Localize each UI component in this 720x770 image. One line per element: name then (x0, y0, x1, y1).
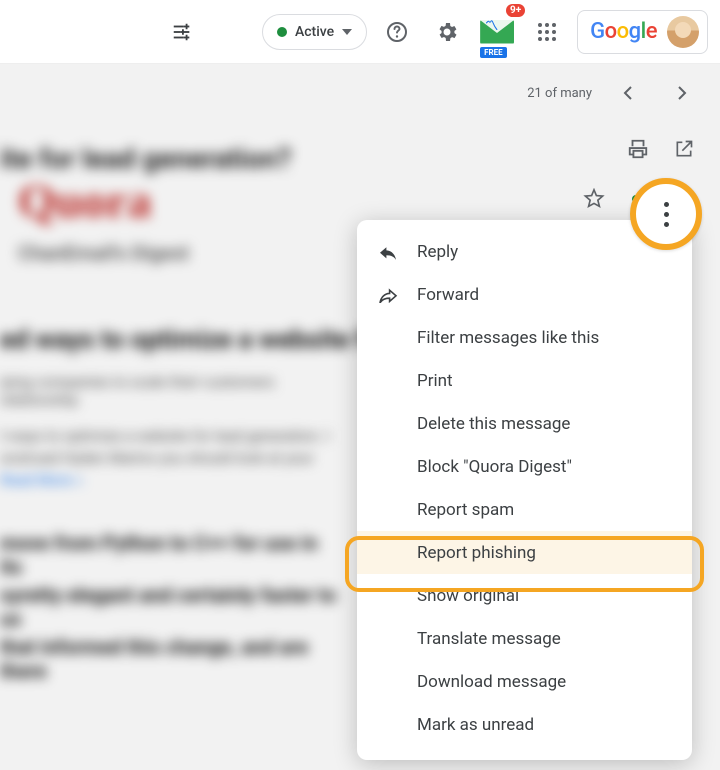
menu-label: Block "Quora Digest" (417, 457, 572, 477)
menu-label: Translate message (417, 629, 561, 649)
status-dot-icon (277, 27, 287, 37)
menu-label: Delete this message (417, 414, 570, 434)
menu-mark-unread[interactable]: Mark as unread (357, 703, 692, 746)
menu-label: Reply (417, 242, 458, 262)
blur-paragraph: that informed this change, and are there (0, 635, 340, 683)
menu-label: Filter messages like this (417, 328, 599, 348)
free-badge: FREE (480, 47, 507, 58)
forward-icon (377, 287, 399, 303)
status-label: Active (295, 24, 334, 40)
blur-paragraph: t ways to optimize a website for lead ge… (0, 427, 340, 445)
blur-paragraph: move from Python to C++ for use in its (0, 531, 340, 579)
menu-translate[interactable]: Translate message (357, 617, 692, 660)
menu-download[interactable]: Download message (357, 660, 692, 703)
status-chip[interactable]: Active (262, 14, 367, 50)
menu-forward[interactable]: Forward (357, 273, 692, 316)
avatar (667, 16, 699, 48)
menu-delete[interactable]: Delete this message (357, 402, 692, 445)
google-logo: Google (590, 19, 657, 44)
search-options-button[interactable] (162, 12, 202, 52)
more-actions-menu: Reply Forward Filter messages like this … (357, 220, 692, 760)
mail-promo-button[interactable]: 〽 FREE 9+ (477, 12, 517, 52)
menu-label: Download message (417, 672, 566, 692)
account-chip[interactable]: Google (577, 10, 708, 54)
subject-blur: ite for lead generation? (0, 142, 291, 175)
menu-label: Mark as unread (417, 715, 534, 735)
app-header: Active 〽 FREE 9+ Google (0, 0, 720, 64)
menu-label: Report phishing (417, 543, 536, 563)
apps-grid-icon (537, 22, 557, 42)
more-vert-icon (664, 202, 669, 227)
chevron-down-icon (342, 29, 352, 35)
gear-icon (435, 20, 459, 44)
settings-button[interactable] (427, 12, 467, 52)
menu-print[interactable]: Print (357, 359, 692, 402)
blur-paragraph: onstrued Hyden Marino you should look at… (0, 449, 340, 467)
help-button[interactable] (377, 12, 417, 52)
menu-label: Report spam (417, 500, 514, 520)
reply-icon (377, 244, 399, 260)
menu-label: Show original (417, 586, 519, 606)
menu-report-phishing[interactable]: Report phishing (357, 531, 692, 574)
notification-badge: 9+ (506, 4, 525, 17)
menu-label: Forward (417, 285, 479, 305)
blur-paragraph: iping companies to scale their customers… (0, 373, 340, 409)
blur-paragraph: syretty elegant and certainly faster to … (0, 583, 340, 631)
tune-icon (171, 21, 193, 43)
menu-show-original[interactable]: Show original (357, 574, 692, 617)
menu-block[interactable]: Block "Quora Digest" (357, 445, 692, 488)
help-icon (385, 20, 409, 44)
menu-label: Print (417, 371, 453, 391)
trend-icon: 〽 (485, 15, 498, 34)
menu-report-spam[interactable]: Report spam (357, 488, 692, 531)
more-actions-button[interactable] (630, 178, 702, 250)
menu-filter[interactable]: Filter messages like this (357, 316, 692, 359)
apps-grid-button[interactable] (527, 12, 567, 52)
